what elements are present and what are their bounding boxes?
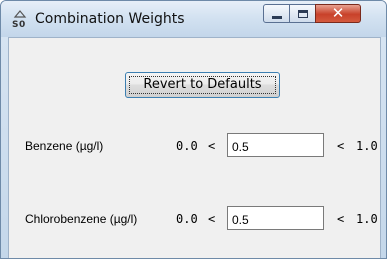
less-than-sign: < — [208, 139, 216, 153]
revert-to-defaults-button[interactable]: Revert to Defaults — [125, 72, 280, 98]
weights-icon[interactable]: S 0 — [11, 10, 29, 30]
maximize-icon — [297, 9, 308, 18]
row-min: 0.0 — [176, 212, 198, 226]
window-title: Combination Weights — [35, 11, 185, 27]
chlorobenzene-weight-input[interactable] — [227, 206, 324, 230]
minimize-icon — [271, 15, 282, 19]
weight-row-chlorobenzene: Chlorobenzene (µg/l) 0.0 < < 1.0 — [9, 206, 380, 232]
row-label: Benzene (µg/l) — [25, 139, 104, 153]
minimize-button[interactable] — [263, 4, 290, 23]
row-label: Chlorobenzene (µg/l) — [25, 212, 138, 226]
revert-to-defaults-label: Revert to Defaults — [143, 77, 262, 92]
close-icon: ✕ — [331, 4, 345, 22]
less-than-sign: < — [208, 212, 216, 226]
row-max: 1.0 — [356, 212, 378, 226]
row-min: 0.0 — [176, 139, 198, 153]
maximize-button[interactable] — [289, 4, 316, 23]
svg-text:S: S — [12, 20, 18, 28]
less-than-sign: < — [337, 139, 345, 153]
benzene-weight-input[interactable] — [227, 133, 324, 157]
row-max: 1.0 — [356, 139, 378, 153]
weight-row-benzene: Benzene (µg/l) 0.0 < < 1.0 — [9, 133, 380, 159]
dialog-content: Revert to Defaults Benzene (µg/l) 0.0 < … — [8, 37, 381, 258]
close-button[interactable]: ✕ — [315, 4, 361, 23]
svg-text:0: 0 — [19, 20, 25, 28]
title-bar[interactable]: S 0 Combination Weights ✕ — [1, 1, 386, 37]
combination-weights-window: S 0 Combination Weights ✕ Revert to Defa… — [0, 0, 387, 259]
less-than-sign: < — [337, 212, 345, 226]
